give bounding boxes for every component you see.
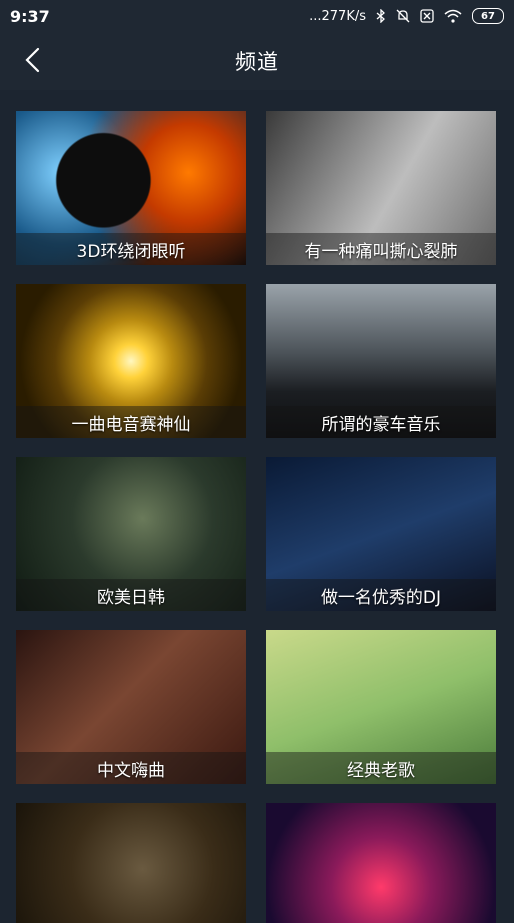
channel-card[interactable]: 所谓的豪车音乐 — [266, 284, 496, 438]
channel-label: 中文嗨曲 — [16, 752, 246, 784]
channel-card[interactable]: 3D环绕闭眼听 — [16, 111, 246, 265]
channel-card[interactable] — [266, 803, 496, 923]
channel-label: 有一种痛叫撕心裂肺 — [266, 233, 496, 265]
status-bar: 9:37 ...277K/s 67 — [0, 0, 514, 32]
battery-icon: 67 — [472, 8, 504, 24]
channel-cover-image — [16, 803, 246, 923]
header-bar: 频道 — [0, 32, 514, 90]
channel-card[interactable] — [16, 803, 246, 923]
page-title: 频道 — [235, 50, 279, 74]
channel-card[interactable]: 有一种痛叫撕心裂肺 — [266, 111, 496, 265]
channel-label: 欧美日韩 — [16, 579, 246, 611]
channel-card[interactable]: 欧美日韩 — [16, 457, 246, 611]
channel-card[interactable]: 经典老歌 — [266, 630, 496, 784]
channel-label: 做一名优秀的DJ — [266, 579, 496, 611]
channel-label: 所谓的豪车音乐 — [266, 406, 496, 438]
status-time: 9:37 — [10, 6, 50, 26]
status-icons: ...277K/s 67 — [309, 8, 504, 24]
channel-cover-image — [266, 803, 496, 923]
channel-card[interactable]: 做一名优秀的DJ — [266, 457, 496, 611]
mute-bell-icon — [396, 9, 410, 23]
channel-label: 一曲电音赛神仙 — [16, 406, 246, 438]
sim-x-icon — [420, 9, 434, 23]
bluetooth-icon — [376, 9, 386, 23]
wifi-icon — [444, 9, 462, 23]
network-speed: ...277K/s — [309, 8, 366, 24]
channel-label: 经典老歌 — [266, 752, 496, 784]
channel-card[interactable]: 中文嗨曲 — [16, 630, 246, 784]
channel-card[interactable]: 一曲电音赛神仙 — [16, 284, 246, 438]
channel-label: 3D环绕闭眼听 — [16, 233, 246, 265]
